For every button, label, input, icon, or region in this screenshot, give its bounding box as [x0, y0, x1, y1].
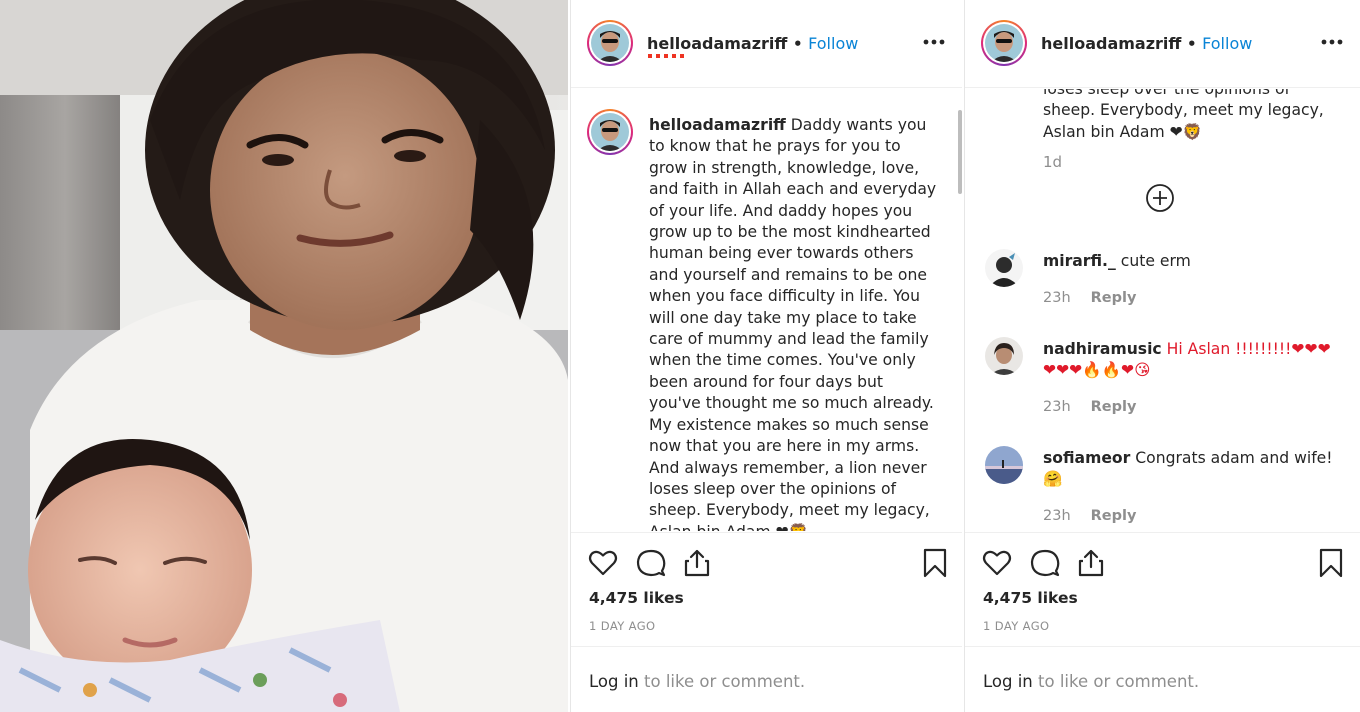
- likes-count[interactable]: 4,475 likes: [589, 589, 684, 607]
- post-timestamp: 1 DAY AGO: [983, 619, 1050, 633]
- post-photo: [0, 0, 568, 712]
- comment-body: cute erm: [1120, 252, 1191, 270]
- more-icon[interactable]: [1320, 32, 1344, 52]
- username-link[interactable]: helloadamazriff: [1041, 34, 1181, 53]
- login-prompt-text: to like or comment.: [638, 672, 806, 691]
- avatar[interactable]: [985, 446, 1023, 484]
- caption-tail: loses sleep over the opinions of sheep. …: [1043, 89, 1324, 141]
- login-prompt: Log in to like or comment.: [571, 646, 962, 712]
- caption-body: Daddy wants you to know that he prays fo…: [649, 116, 937, 531]
- heart-icon[interactable]: [981, 547, 1013, 579]
- avatar[interactable]: [981, 20, 1027, 66]
- comment-meta: 23h Reply: [1043, 399, 1136, 415]
- plus-circle-icon[interactable]: [1145, 183, 1175, 213]
- separator-dot: •: [1186, 35, 1197, 53]
- avatar[interactable]: [985, 337, 1023, 375]
- reply-button[interactable]: Reply: [1091, 399, 1137, 415]
- likes-count[interactable]: 4,475 likes: [983, 589, 1078, 607]
- post-panel-comments: helloadamazriff • Follow loses sleep ove…: [964, 0, 1360, 712]
- comments-list: loses sleep over the opinions of sheep. …: [965, 89, 1360, 531]
- caption-avatar[interactable]: [587, 109, 633, 155]
- comment-text: mirarfi._ cute erm: [1043, 251, 1343, 272]
- avatar-image: [985, 446, 1023, 484]
- comment-icon[interactable]: [635, 547, 667, 579]
- comment-text: sofiameor Congrats adam and wife! 🤗: [1043, 448, 1343, 491]
- separator-dot: •: [792, 35, 803, 53]
- header-username-row: helloadamazriff • Follow: [1041, 34, 1252, 53]
- avatar[interactable]: [985, 249, 1023, 287]
- comment-time: 23h: [1043, 508, 1071, 524]
- avatar[interactable]: [587, 20, 633, 66]
- avatar-image: [591, 24, 629, 62]
- action-bar: 4,475 likes 1 DAY AGO: [965, 532, 1360, 644]
- avatar-image: [591, 113, 629, 151]
- post-header: helloadamazriff • Follow: [571, 0, 962, 88]
- caption-area: helloadamazriff Daddy wants you to know …: [571, 89, 962, 531]
- comment-username[interactable]: mirarfi._: [1043, 252, 1116, 270]
- bookmark-icon[interactable]: [1315, 547, 1347, 579]
- reply-button[interactable]: Reply: [1091, 508, 1137, 524]
- username-link[interactable]: helloadamazriff: [647, 34, 787, 53]
- more-icon[interactable]: [922, 32, 946, 52]
- reply-button[interactable]: Reply: [1091, 290, 1137, 306]
- post-panel-caption: helloadamazriff • Follow helloadamazriff: [570, 0, 962, 712]
- action-bar: 4,475 likes 1 DAY AGO: [571, 532, 962, 644]
- comment-meta: 23h Reply: [1043, 508, 1136, 524]
- login-prompt-text: to like or comment.: [1032, 672, 1200, 691]
- header-username-row: helloadamazriff • Follow: [647, 34, 858, 53]
- avatar-image: [985, 24, 1023, 62]
- follow-button[interactable]: Follow: [808, 34, 858, 53]
- comment-time: 23h: [1043, 399, 1071, 415]
- share-icon[interactable]: [1075, 547, 1107, 579]
- comment-username[interactable]: sofiameor: [1043, 449, 1130, 467]
- comment-icon[interactable]: [1029, 547, 1061, 579]
- avatar-image: [985, 249, 1023, 287]
- comment-username[interactable]: nadhiramusic: [1043, 340, 1162, 358]
- follow-button[interactable]: Follow: [1202, 34, 1252, 53]
- comment-meta: 23h Reply: [1043, 290, 1136, 306]
- caption-username[interactable]: helloadamazriff: [649, 116, 786, 134]
- post-header: helloadamazriff • Follow: [965, 0, 1360, 88]
- login-link[interactable]: Log in: [589, 672, 639, 691]
- post-photo-illustration: [0, 0, 568, 712]
- login-prompt: Log in to like or comment.: [965, 646, 1360, 712]
- share-icon[interactable]: [681, 547, 713, 579]
- spellcheck-underline: [648, 54, 686, 58]
- post-timestamp: 1 DAY AGO: [589, 619, 656, 633]
- avatar-image: [985, 337, 1023, 375]
- bookmark-icon[interactable]: [919, 547, 951, 579]
- heart-icon[interactable]: [587, 547, 619, 579]
- scrollbar[interactable]: [958, 110, 962, 194]
- caption-time: 1d: [1043, 153, 1063, 171]
- comment-time: 23h: [1043, 290, 1071, 306]
- caption-text: helloadamazriff Daddy wants you to know …: [649, 115, 939, 531]
- comment-text: nadhiramusic Hi Aslan !!!!!!!!!❤❤❤❤❤❤🔥🔥❤…: [1043, 339, 1343, 382]
- login-link[interactable]: Log in: [983, 672, 1033, 691]
